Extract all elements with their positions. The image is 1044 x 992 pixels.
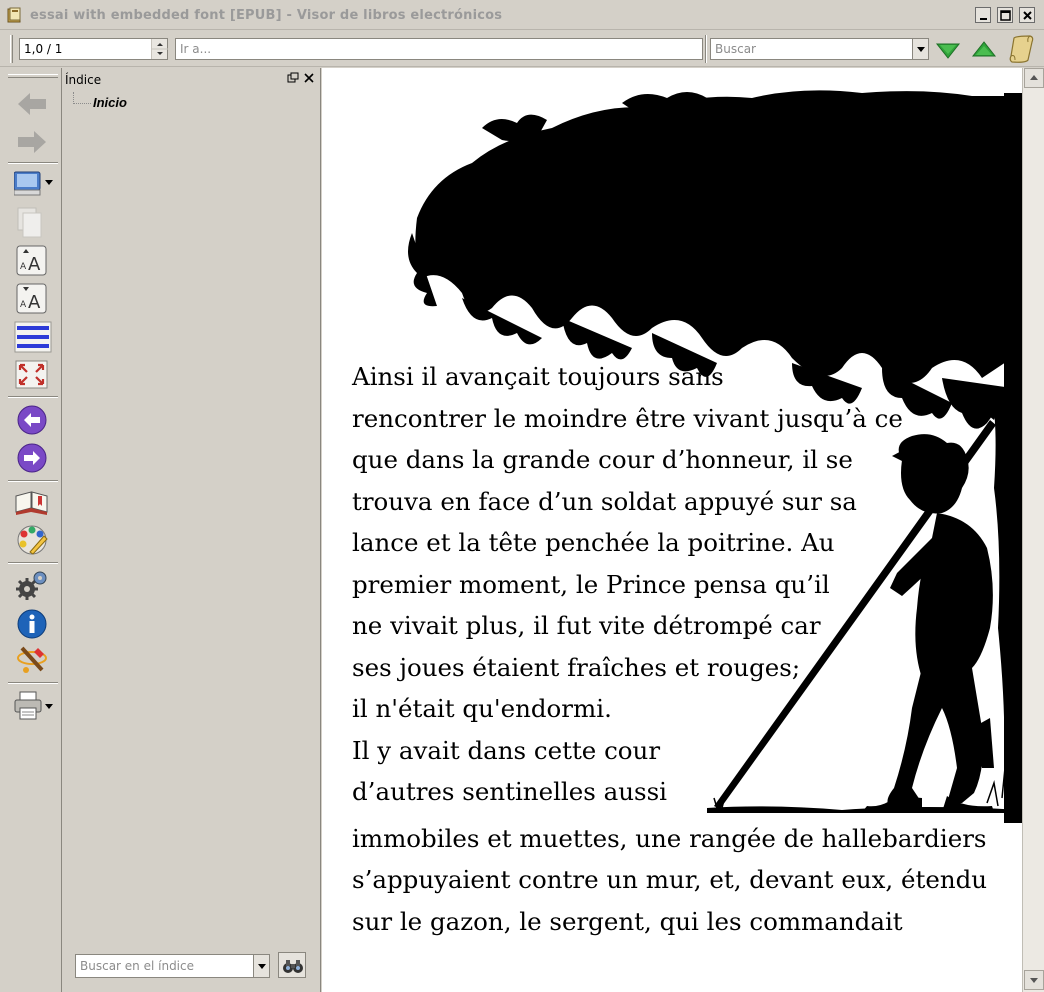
print-icon[interactable] <box>14 690 54 722</box>
binoculars-icon[interactable] <box>278 952 306 978</box>
app-icon <box>6 7 24 23</box>
line-spacing-icon[interactable] <box>14 321 54 353</box>
scrollbar-thumb[interactable] <box>1024 89 1044 969</box>
toolbar-grip[interactable] <box>8 74 58 78</box>
scroll-down-icon[interactable] <box>1024 970 1044 990</box>
text-line: immobiles et muettes, une rangée de hall… <box>352 823 987 853</box>
text-line: lance et la tête penchée la poitrine. Au <box>352 528 835 557</box>
close-icon[interactable] <box>1019 7 1035 23</box>
bookmarks-icon[interactable] <box>14 488 54 520</box>
svg-text:A: A <box>28 254 41 275</box>
text-line: Il y avait dans cette cour <box>352 735 661 765</box>
scroll-up-icon[interactable] <box>1024 68 1044 88</box>
chevron-down-icon[interactable] <box>253 955 269 977</box>
toc-title: Índice <box>65 73 102 87</box>
info-icon[interactable] <box>14 608 54 640</box>
chevron-down-icon[interactable] <box>912 39 928 59</box>
previous-page-icon[interactable] <box>14 404 54 436</box>
text-line: premier moment, le Prince pensa qu’il <box>352 569 830 599</box>
find-previous-icon[interactable] <box>970 37 998 63</box>
text-line: il n'était qu'endormi. <box>352 694 612 723</box>
toc-search-combobox[interactable] <box>75 954 270 978</box>
toolbar-grip[interactable] <box>10 35 13 63</box>
text-line: ses joues étaient fraîches et rouges; <box>352 652 801 682</box>
side-toolbar: AA AA <box>0 68 62 992</box>
toolbar-separator <box>8 162 58 164</box>
main-toolbar: 1,0 / 1 <box>0 31 1044 67</box>
toolbar-separator <box>8 396 58 398</box>
text-line: d’autres sentinelles aussi <box>352 777 667 806</box>
svg-text:A: A <box>20 300 27 310</box>
spin-arrows[interactable] <box>151 39 168 59</box>
minimize-icon[interactable] <box>975 7 991 23</box>
find-next-icon[interactable] <box>934 37 962 63</box>
toc-panel: Índice Inicio <box>63 68 321 992</box>
toolbar-separator <box>705 35 707 63</box>
goto-input[interactable] <box>175 38 703 60</box>
goto-field[interactable] <box>176 39 702 59</box>
maximize-icon[interactable] <box>997 7 1013 23</box>
toc-search-input[interactable] <box>76 955 269 977</box>
vertical-scrollbar[interactable] <box>1022 68 1044 992</box>
text-line: ne vivait plus, il fut vite détrompé car <box>352 611 821 640</box>
svg-text:A: A <box>20 262 27 272</box>
toolbar-separator <box>8 682 58 684</box>
toolbar-separator <box>8 562 58 564</box>
toolbar-separator <box>8 480 58 482</box>
text-line: sur le gazon, le sergent, qui les comman… <box>352 906 903 936</box>
search-combobox[interactable] <box>710 38 929 60</box>
forward-icon[interactable] <box>14 126 54 158</box>
position-spinbox[interactable]: 1,0 / 1 <box>19 38 168 60</box>
text-line: trouva en face d’un soldat appuyé sur sa <box>352 486 857 516</box>
copy-icon[interactable] <box>14 206 54 238</box>
next-page-icon[interactable] <box>14 442 54 474</box>
close-icon[interactable] <box>303 72 315 84</box>
tree-branch <box>73 92 91 104</box>
fullscreen-icon[interactable] <box>14 359 54 391</box>
theme-icon[interactable] <box>14 524 54 556</box>
toc-item-inicio[interactable]: Inicio <box>93 95 127 110</box>
text-line: s’appuyaient contre un mur, et, devant e… <box>352 865 988 894</box>
window-title: essai with embedded font [EPUB] - Visor … <box>30 8 503 23</box>
back-icon[interactable] <box>14 88 54 120</box>
book-text: Ainsi il avançait toujours sans rencontr… <box>352 356 987 942</box>
monitor-icon[interactable] <box>13 168 54 200</box>
text-line: que dans la grande cour d’honneur, il se <box>352 445 853 474</box>
tweak-icon[interactable] <box>14 644 54 676</box>
text-line: rencontrer le moindre être vivant jusqu’… <box>352 403 903 433</box>
title-bar: essai with embedded font [EPUB] - Visor … <box>0 0 1044 30</box>
float-icon[interactable] <box>287 72 299 84</box>
text-line: Ainsi il avançait toujours sans <box>352 362 724 391</box>
preferences-icon[interactable] <box>14 569 54 601</box>
font-size-smaller-icon[interactable]: AA <box>14 283 54 315</box>
font-size-larger-icon[interactable]: AA <box>14 245 54 277</box>
reference-scroll-icon[interactable] <box>1006 34 1038 64</box>
svg-text:A: A <box>28 292 41 313</box>
position-value: 1,0 / 1 <box>24 42 63 56</box>
search-input[interactable] <box>711 39 928 59</box>
book-viewer[interactable]: Ainsi il avançait toujours sans rencontr… <box>322 68 1022 992</box>
